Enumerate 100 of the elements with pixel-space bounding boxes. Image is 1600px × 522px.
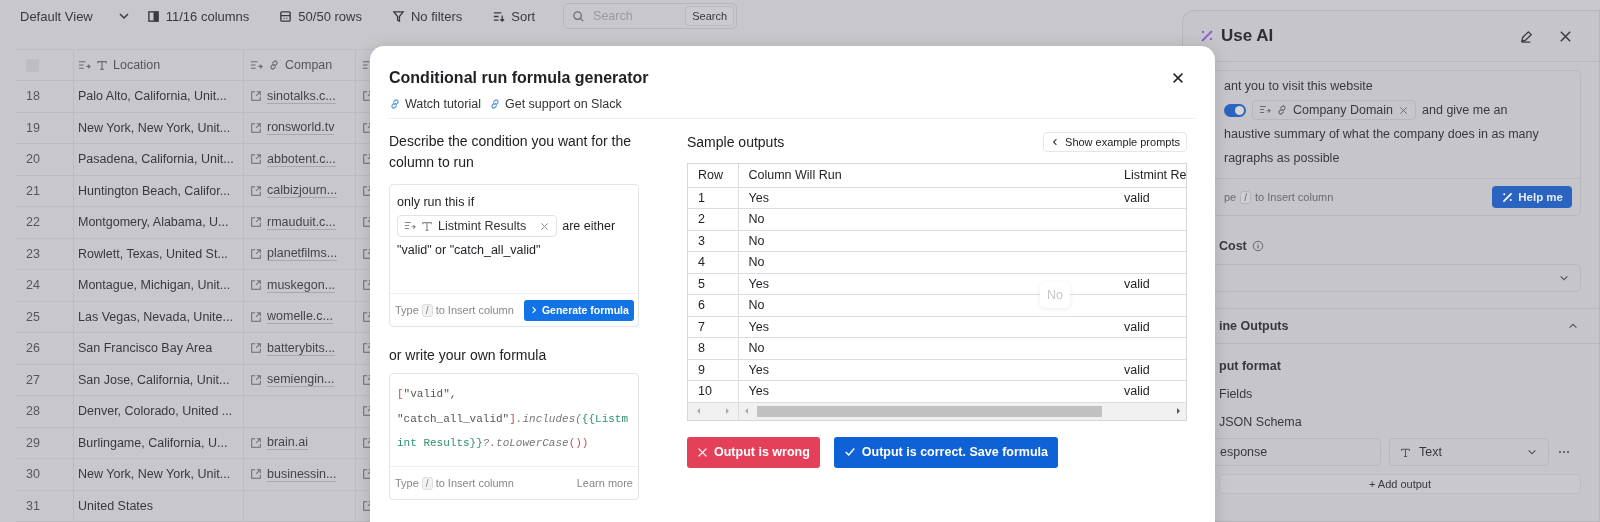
row-number: 18 — [26, 89, 40, 104]
action-button[interactable]: Output is wrong — [687, 436, 820, 468]
column-header: Listmint Re — [1114, 164, 1186, 187]
filter-icon — [391, 9, 405, 23]
help-link[interactable]: Get support on Slack — [488, 97, 622, 111]
section-title: ine Outputs — [1219, 319, 1289, 333]
company-link[interactable]: womelle.c... — [267, 309, 333, 325]
column-menu-icon — [250, 58, 263, 72]
action-button[interactable]: Output is correct. Save formula — [833, 436, 1058, 468]
table-cell: valid — [1114, 359, 1186, 381]
external-link-icon[interactable] — [250, 184, 262, 197]
generate-formula-button[interactable]: Generate formula — [523, 299, 634, 321]
close-icon[interactable] — [1171, 71, 1185, 85]
company-link[interactable]: planetfilms... — [267, 246, 338, 262]
table-cell: 10 — [688, 380, 738, 402]
external-link-icon[interactable] — [250, 121, 262, 134]
table-icon — [279, 9, 293, 23]
table-cell: valid — [1114, 273, 1186, 295]
table-cell: Rowlett, Texas, United St... — [78, 246, 228, 261]
column-chip[interactable]: Company Domain — [1252, 100, 1417, 120]
field-label: put format — [1219, 358, 1282, 375]
link-icon — [1276, 104, 1288, 116]
table-cell: valid — [1114, 380, 1186, 402]
table-cell: 6 — [688, 294, 738, 316]
edit-icon[interactable] — [1519, 28, 1534, 44]
info-icon — [1251, 240, 1264, 252]
format-option[interactable]: JSON Schema — [1219, 408, 1599, 436]
company-link[interactable]: abbotent.c... — [267, 151, 336, 167]
prompt-text: ragraphs as possible — [1224, 151, 1340, 165]
external-link-icon[interactable] — [250, 342, 262, 355]
help-link[interactable]: Watch tutorial — [389, 97, 481, 111]
row-number: 20 — [26, 152, 40, 167]
learn-more-link[interactable]: Learn more — [576, 477, 633, 489]
drag-ghost-label: No — [1040, 282, 1070, 308]
table-cell: Pasadena, California, Unit... — [78, 152, 234, 167]
table-cell: Burlingame, California, U... — [78, 435, 228, 450]
section-heading: or write your own formula — [389, 347, 548, 363]
format-option[interactable]: Fields — [1219, 380, 1599, 408]
help-me-button[interactable]: Help me — [1492, 186, 1572, 208]
row-number: 21 — [26, 183, 40, 198]
external-link-icon[interactable] — [250, 373, 262, 386]
hint-text: to Insert column — [435, 304, 514, 316]
column-header[interactable]: Compan — [285, 58, 333, 72]
company-link[interactable]: sinotalks.c... — [267, 88, 336, 104]
scroll-left-icon[interactable] — [743, 406, 751, 416]
search-button[interactable]: Search — [685, 6, 735, 26]
toggle-switch[interactable] — [1224, 103, 1246, 117]
filter-button[interactable]: No filters — [385, 4, 469, 28]
table-cell: Montague, Michigan, Unit... — [78, 278, 231, 293]
show-example-prompts-button[interactable]: Show example prompts — [1043, 132, 1187, 152]
section-heading: Sample outputs — [687, 132, 785, 152]
search-icon — [572, 10, 586, 23]
table-cell: Palo Alto, California, Unit... — [78, 89, 227, 104]
close-icon[interactable] — [1558, 28, 1573, 44]
condition-editor[interactable]: only run this if Listmint Results are either "valid" or "catch_all_valid" Type / to Insert column Generate formula — [389, 184, 639, 327]
external-link-icon[interactable] — [250, 436, 262, 449]
column-chip[interactable]: Listmint Results — [397, 215, 558, 237]
external-link-icon[interactable] — [250, 153, 262, 166]
rows-button[interactable]: 50/50 rows — [273, 4, 368, 28]
link-icon — [268, 59, 280, 71]
key-cap: / — [1240, 190, 1252, 204]
column-header[interactable]: Location — [113, 58, 161, 72]
table-cell: No — [738, 337, 1114, 359]
external-link-icon[interactable] — [250, 468, 262, 481]
table-cell: 2 — [688, 208, 738, 230]
external-link-icon[interactable] — [250, 247, 262, 260]
text-type-icon — [96, 59, 108, 71]
company-link[interactable]: semiengin... — [267, 372, 335, 388]
company-link[interactable]: ronsworld.tv — [267, 120, 335, 136]
external-link-icon[interactable] — [250, 310, 262, 323]
table-cell: No — [738, 251, 1114, 273]
magic-wand-icon — [1501, 190, 1515, 204]
columns-button[interactable]: 11/16 columns — [140, 4, 256, 28]
type-dropdown[interactable]: Text — [1389, 438, 1549, 466]
remove-icon[interactable] — [1398, 104, 1410, 116]
row-number: 26 — [26, 341, 40, 356]
company-link[interactable]: calbizjourn... — [267, 183, 338, 199]
external-link-icon[interactable] — [250, 279, 262, 292]
columns-icon — [146, 9, 160, 23]
table-cell: 5 — [688, 273, 738, 295]
link-icon — [488, 98, 501, 110]
table-cell: Montgomery, Alabama, U... — [78, 215, 229, 230]
company-link[interactable]: rmauduit.c... — [267, 214, 336, 230]
remove-icon[interactable] — [539, 220, 551, 232]
company-link[interactable]: muskegon... — [267, 277, 336, 293]
close-icon — [697, 446, 708, 458]
company-link[interactable]: brain.ai — [267, 435, 308, 451]
row-number: 19 — [26, 120, 40, 135]
scroll-thumb[interactable] — [757, 405, 1102, 417]
external-link-icon[interactable] — [250, 216, 262, 229]
table-cell: No — [738, 208, 1114, 230]
sort-button[interactable]: Sort — [486, 4, 542, 28]
company-link[interactable]: batterybits... — [267, 340, 336, 356]
formula-editor[interactable]: ["valid", "catch_all_valid"].includes({{Listmint Results}}?.toLowerCase()) Type / to Insert column Learn more — [389, 373, 639, 500]
view-selector[interactable]: Default View — [14, 4, 99, 28]
company-link[interactable]: businessin... — [267, 466, 337, 482]
add-output-button[interactable]: + Add output — [1219, 474, 1581, 494]
field-label: Cost — [1219, 239, 1247, 253]
key-cap: / — [421, 303, 433, 317]
external-link-icon[interactable] — [250, 90, 262, 103]
